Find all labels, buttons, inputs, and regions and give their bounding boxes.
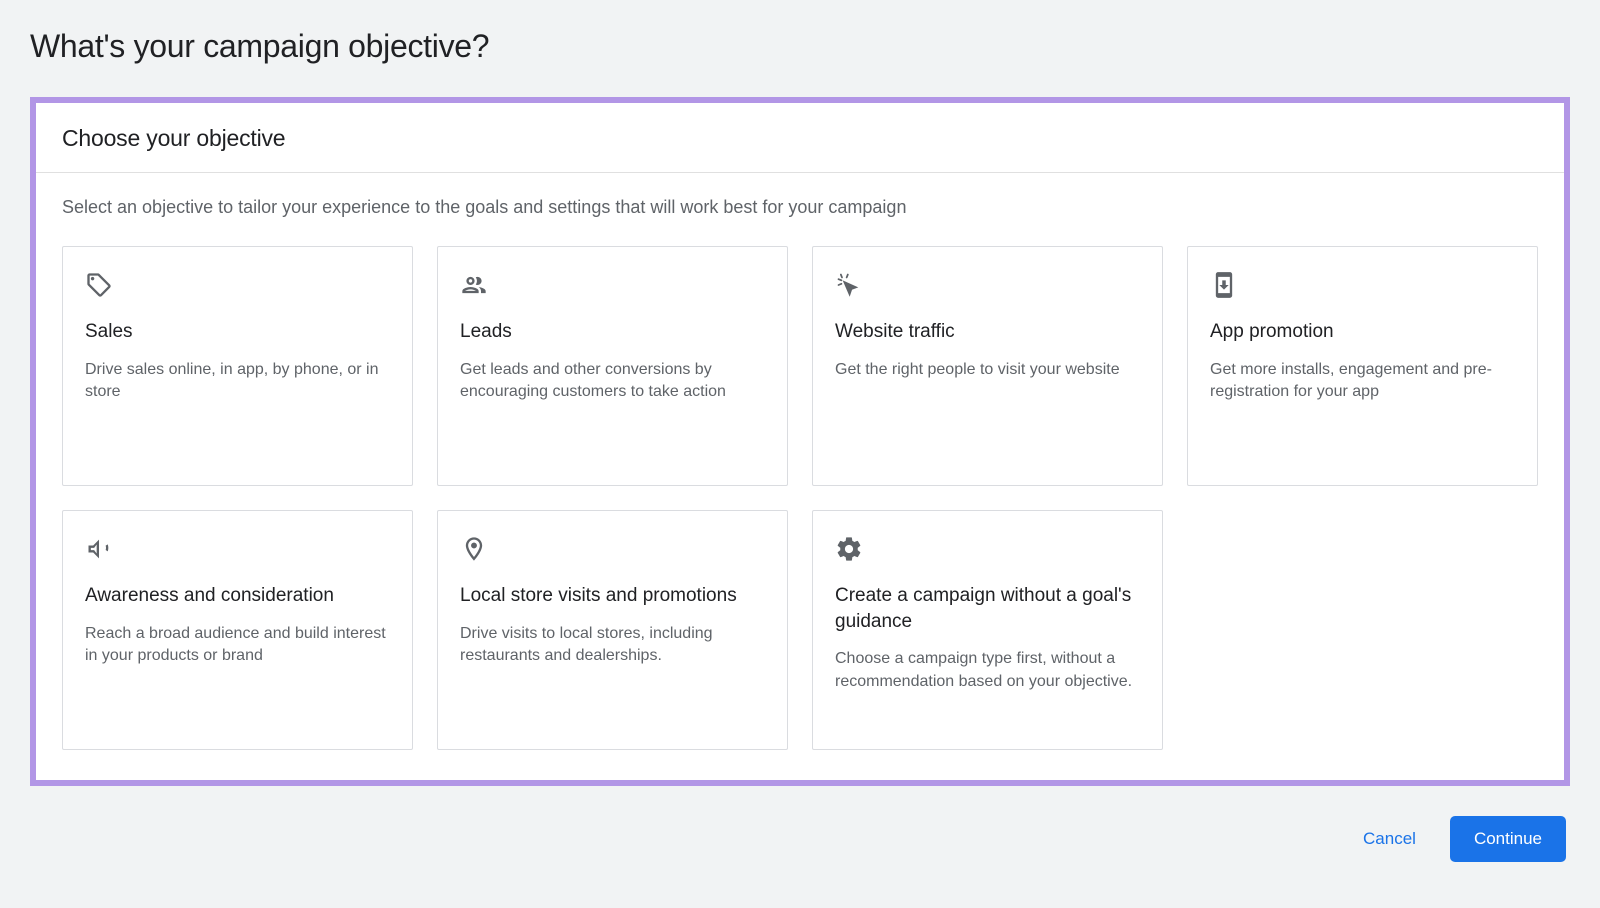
click-icon	[835, 271, 863, 299]
tag-icon	[85, 271, 113, 299]
megaphone-icon	[85, 535, 113, 563]
footer-actions: Cancel Continue	[30, 816, 1570, 862]
card-title: Local store visits and promotions	[460, 583, 765, 609]
continue-button[interactable]: Continue	[1450, 816, 1566, 862]
card-title: Sales	[85, 319, 390, 345]
panel-title: Choose your objective	[62, 125, 1538, 152]
card-desc: Drive sales online, in app, by phone, or…	[85, 359, 390, 404]
card-title: Create a campaign without a goal's guida…	[835, 583, 1140, 634]
card-desc: Get more installs, engagement and pre-re…	[1210, 359, 1515, 404]
objective-website-traffic[interactable]: Website traffic Get the right people to …	[812, 246, 1163, 486]
location-pin-icon	[460, 535, 488, 563]
card-desc: Choose a campaign type first, without a …	[835, 648, 1140, 693]
card-title: Website traffic	[835, 319, 1140, 345]
gear-icon	[835, 535, 863, 563]
people-icon	[460, 271, 488, 299]
objective-panel: Choose your objective Select an objectiv…	[30, 97, 1570, 786]
card-desc: Get leads and other conversions by encou…	[460, 359, 765, 404]
objective-app-promotion[interactable]: App promotion Get more installs, engagem…	[1187, 246, 1538, 486]
card-desc: Drive visits to local stores, including …	[460, 623, 765, 668]
card-desc: Get the right people to visit your websi…	[835, 359, 1140, 381]
card-title: App promotion	[1210, 319, 1515, 345]
card-title: Awareness and consideration	[85, 583, 390, 609]
cancel-button[interactable]: Cancel	[1349, 819, 1430, 859]
objective-leads[interactable]: Leads Get leads and other conversions by…	[437, 246, 788, 486]
panel-header: Choose your objective	[36, 103, 1564, 173]
objective-local-store[interactable]: Local store visits and promotions Drive …	[437, 510, 788, 750]
objective-no-goal[interactable]: Create a campaign without a goal's guida…	[812, 510, 1163, 750]
card-title: Leads	[460, 319, 765, 345]
instructions-text: Select an objective to tailor your exper…	[62, 195, 1538, 220]
panel-body: Select an objective to tailor your exper…	[36, 173, 1564, 780]
page-title: What's your campaign objective?	[30, 28, 1570, 65]
objective-awareness[interactable]: Awareness and consideration Reach a broa…	[62, 510, 413, 750]
card-desc: Reach a broad audience and build interes…	[85, 623, 390, 668]
app-download-icon	[1210, 271, 1238, 299]
objective-card-grid: Sales Drive sales online, in app, by pho…	[62, 246, 1538, 750]
objective-sales[interactable]: Sales Drive sales online, in app, by pho…	[62, 246, 413, 486]
